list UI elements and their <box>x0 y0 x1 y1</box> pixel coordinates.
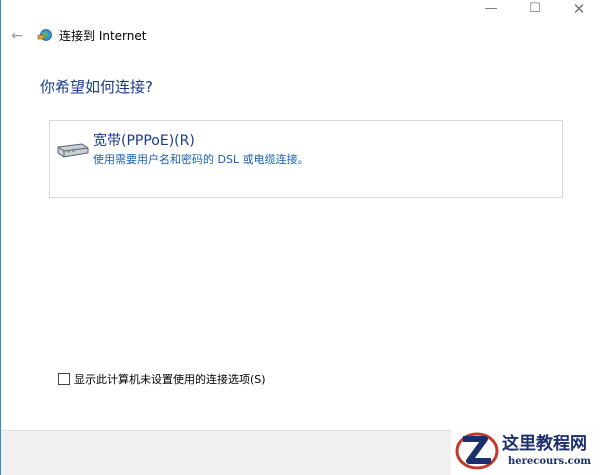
network-globe-icon <box>37 29 52 41</box>
option-description: 使用需要用户名和密码的 DSL 或电缆连接。 <box>93 153 309 166</box>
broadband-modem-icon <box>57 143 89 158</box>
option-title: 宽带(PPPoE)(R) <box>93 133 195 149</box>
minimize-button[interactable]: — <box>469 0 513 22</box>
connect-to-internet-window: ← 连接到 Internet — ☐ ✕ 你希望如何连接? 宽带(PPPoE)(… <box>0 0 600 475</box>
title-bar: ← 连接到 Internet — ☐ ✕ <box>1 0 600 54</box>
back-arrow-icon[interactable]: ← <box>7 26 27 46</box>
close-button[interactable]: ✕ <box>557 0 600 22</box>
checkbox[interactable] <box>58 373 70 385</box>
option-broadband-pppoe[interactable]: 宽带(PPPoE)(R) 使用需要用户名和密码的 DSL 或电缆连接。 <box>49 120 563 198</box>
page-heading: 你希望如何连接? <box>40 78 153 96</box>
maximize-button[interactable]: ☐ <box>513 0 557 22</box>
watermark-text: 这里教程网 <box>502 434 587 454</box>
watermark-logo-icon <box>455 432 499 470</box>
watermark: 这里教程网 herecours.com <box>451 428 600 475</box>
watermark-url: herecours.com <box>508 456 592 467</box>
window-title: 连接到 Internet <box>59 29 147 43</box>
checkbox-label: 显示此计算机未设置使用的连接选项(S) <box>74 373 266 386</box>
